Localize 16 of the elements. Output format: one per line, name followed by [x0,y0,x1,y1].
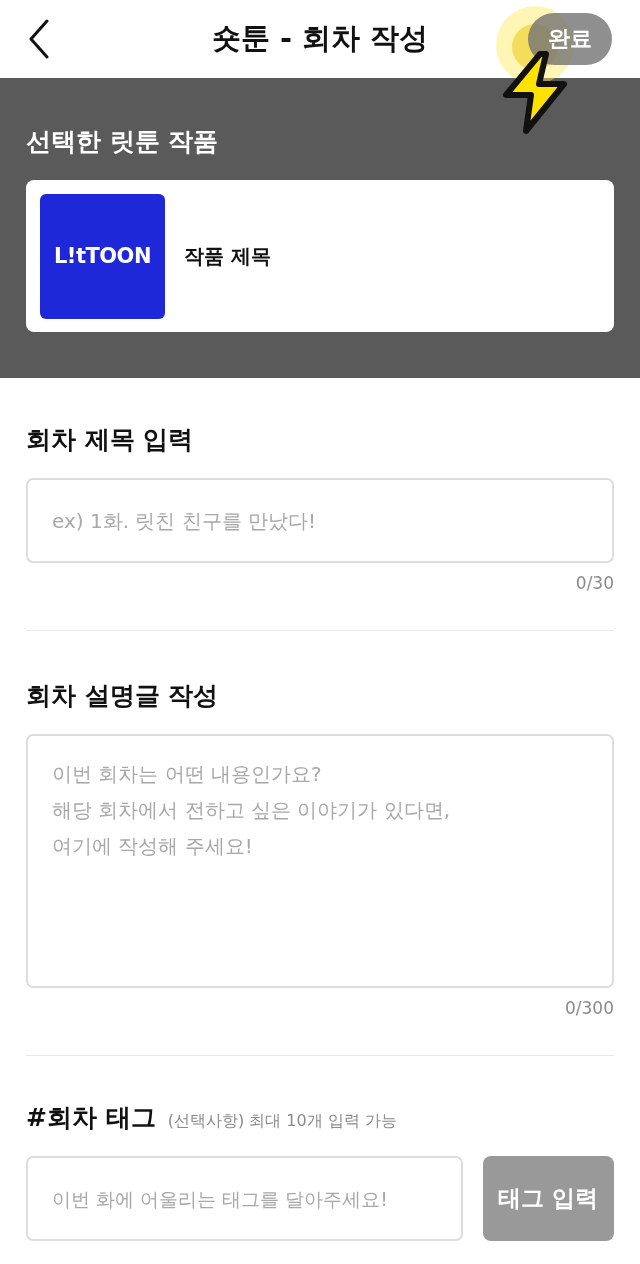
text-area[interactable]: 이번 회차는 어떤 내용인가요? 해당 회차에서 전하고 싶은 이야기가 있다면, 여기에 작성해 주세요! [26,734,614,988]
lightning-bolt-icon [500,50,570,135]
tag-input-field[interactable]: 이번 화에 어울리는 태그를 달아주세요! [26,1156,463,1241]
section-heading: 회차 제목 입력 [26,424,195,456]
section-heading: #회차 태그 [26,1102,156,1134]
cover-logo: L!tTOON [40,193,165,319]
hint-text: (선택사항) 최대 10개 입력 가능 [167,1111,397,1132]
character-counter: 0/30 [575,572,614,595]
section-heading: 회차 설명글 작성 [26,680,220,712]
character-counter: 0/300 [565,997,614,1020]
input-field[interactable]: ex) 1화. 릿친 친구를 만났다! [26,478,614,563]
work-title: 작품 제목 [184,242,271,270]
work-card[interactable]: L!tTOON 작품 제목 [26,180,614,332]
section-heading: 선택한 릿툰 작품 [26,126,220,158]
page-title: 숏툰 - 회차 작성 [211,20,429,57]
back-icon[interactable] [28,19,50,59]
